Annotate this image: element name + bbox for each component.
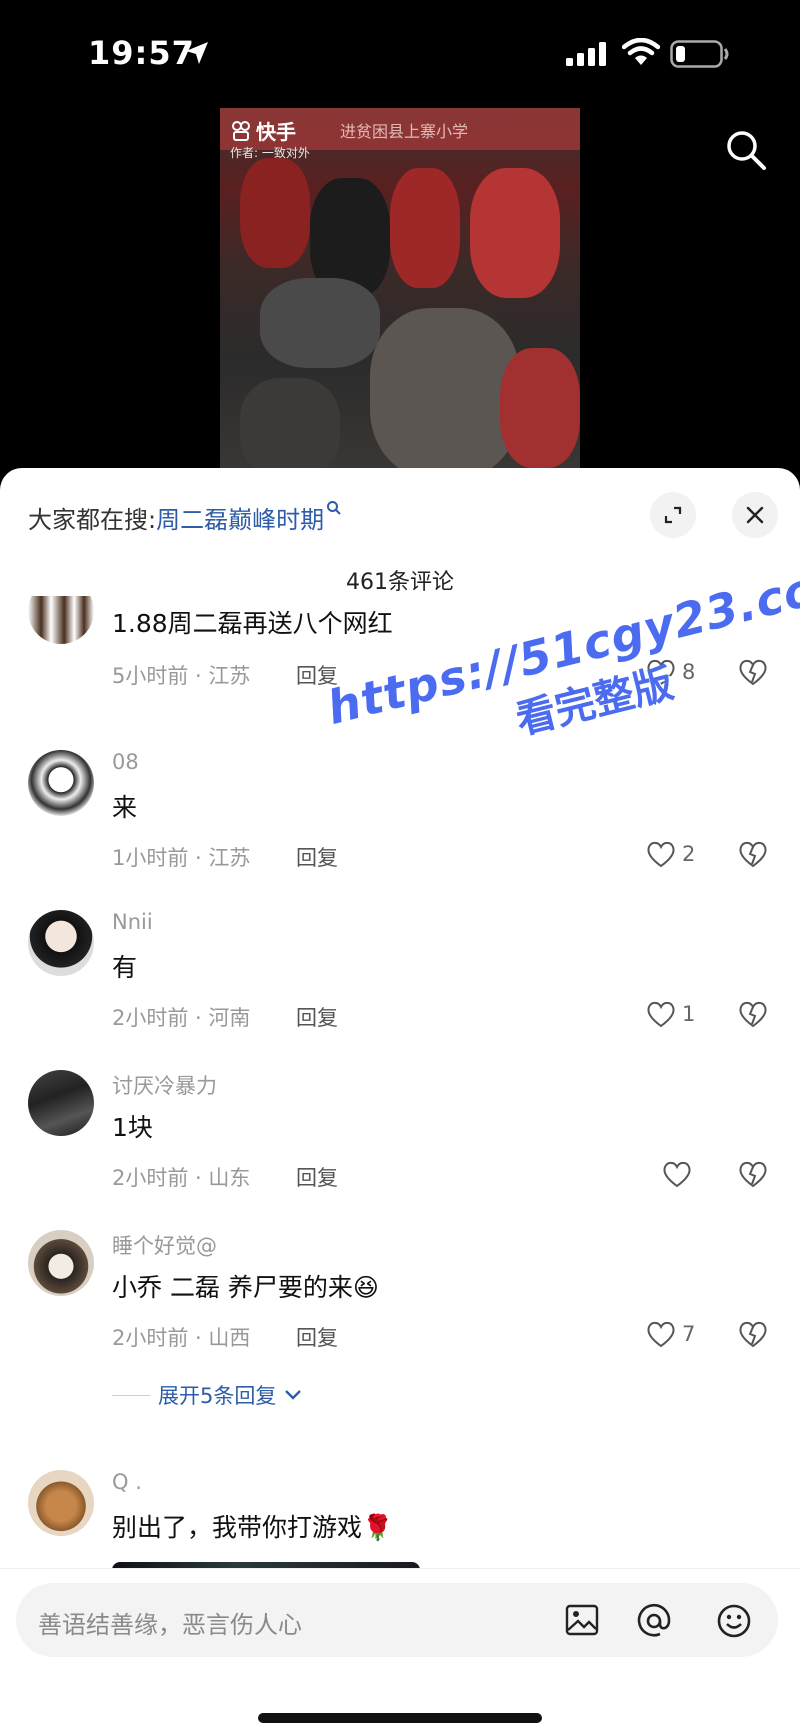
heart-icon (647, 1321, 675, 1348)
watermark-author: 作者: 一致对外 (230, 146, 310, 160)
comment-author[interactable]: Q . (112, 1470, 142, 1494)
like-button[interactable] (662, 1160, 698, 1188)
home-indicator[interactable] (258, 1713, 542, 1723)
video-figure (260, 278, 380, 368)
avatar[interactable] (28, 596, 94, 644)
kuaishou-watermark: 快手 (230, 116, 296, 145)
video-banner-text: 进贫困县上寨小学 (340, 122, 469, 141)
video-figure (470, 168, 560, 298)
comment-meta: 2小时前 · 山西 (112, 1326, 251, 1350)
input-placeholder: 善语结善缘，恶言伤人心 (38, 1611, 302, 1639)
search-small-icon (327, 501, 341, 515)
expand-replies-label: 展开5条回复 (158, 1384, 277, 1408)
avatar[interactable] (28, 1230, 94, 1296)
like-count: 7 (682, 1322, 696, 1346)
video-figure (500, 348, 580, 468)
heart-icon (647, 841, 675, 868)
comment-item: Nnii 有 2小时前 · 河南 回复 1 (0, 910, 800, 1050)
comment-meta: 5小时前 · 江苏 (112, 664, 251, 688)
comment-author[interactable]: 睡个好觉@ (112, 1230, 217, 1260)
image-icon[interactable] (564, 1603, 600, 1637)
divider (112, 1394, 150, 1396)
comment-text: 别出了，我带你打游戏🌹 (112, 1513, 394, 1542)
emoji-icon[interactable] (716, 1603, 752, 1639)
watermark-app-name: 快手 (256, 120, 296, 144)
hot-search-term[interactable]: 周二磊巅峰时期 (156, 506, 324, 534)
wifi-icon (622, 38, 660, 65)
avatar[interactable] (28, 910, 94, 976)
comment-item: 08 来 1小时前 · 江苏 回复 2 (0, 750, 800, 890)
location-arrow-icon (186, 42, 208, 64)
reply-button[interactable]: 回复 (296, 1002, 338, 1032)
comment-meta: 2小时前 · 山东 (112, 1166, 251, 1190)
like-button[interactable]: 1 (646, 1000, 695, 1028)
broken-heart-icon[interactable] (738, 1000, 768, 1028)
comment-input[interactable]: 善语结善缘，恶言伤人心 (16, 1583, 778, 1657)
comment-text: 来 (112, 793, 138, 822)
status-bar: 19:57 (0, 0, 800, 100)
like-count: 1 (682, 1002, 696, 1026)
chevron-down-icon (285, 1390, 302, 1400)
screen: 19:57 进贫困县上寨小学 快手 作者: 一致对外 大家都在搜:周二磊巅峰时期… (0, 0, 800, 1736)
reply-button[interactable]: 回复 (296, 842, 338, 872)
comment-input-bar: 善语结善缘，恶言伤人心 (0, 1568, 800, 1736)
video-figure (390, 168, 460, 288)
video-figure (240, 378, 340, 468)
hot-search-prefix: 大家都在搜: (28, 506, 157, 534)
avatar[interactable] (28, 1070, 94, 1136)
broken-heart-icon[interactable] (738, 1320, 768, 1348)
comment-item: 睡个好觉@ 小乔 二磊 养尸要的来😆 2小时前 · 山西 回复 7 展开5条回复 (0, 1230, 800, 1450)
mention-icon[interactable] (636, 1603, 672, 1639)
cellular-signal-icon (566, 42, 606, 66)
video-figure (370, 308, 520, 468)
comment-meta: 2小时前 · 河南 (112, 1006, 251, 1030)
comment-meta: 1小时前 · 江苏 (112, 846, 251, 870)
like-button[interactable]: 7 (646, 1320, 695, 1348)
status-time: 19:57 (88, 34, 195, 72)
comment-item: 讨厌冷暴力 1块 2小时前 · 山东 回复 (0, 1070, 800, 1210)
broken-heart-icon[interactable] (738, 1160, 768, 1188)
avatar[interactable] (28, 1470, 94, 1536)
avatar[interactable] (28, 750, 94, 816)
expand-replies-button[interactable]: 展开5条回复 (112, 1380, 302, 1410)
like-button[interactable]: 2 (646, 840, 695, 868)
comment-text: 小乔 二磊 养尸要的来😆 (112, 1273, 379, 1302)
comment-text: 1块 (112, 1113, 153, 1142)
reply-button[interactable]: 回复 (296, 1322, 338, 1352)
video-player[interactable]: 进贫困县上寨小学 快手 作者: 一致对外 (220, 108, 580, 468)
kuaishou-logo-icon (232, 120, 250, 141)
battery-icon (670, 40, 729, 68)
heart-icon (663, 1161, 691, 1188)
comment-author[interactable]: 08 (112, 750, 139, 774)
reply-button[interactable]: 回复 (296, 1162, 338, 1192)
comment-author[interactable]: Nnii (112, 910, 153, 934)
comment-text: 有 (112, 953, 138, 982)
search-icon[interactable] (724, 128, 768, 172)
video-figure (240, 158, 310, 268)
hot-search[interactable]: 大家都在搜:周二磊巅峰时期 (28, 500, 342, 535)
heart-icon (647, 1001, 675, 1028)
like-count: 2 (682, 842, 696, 866)
broken-heart-icon[interactable] (738, 840, 768, 868)
comment-author[interactable]: 讨厌冷暴力 (112, 1070, 217, 1100)
